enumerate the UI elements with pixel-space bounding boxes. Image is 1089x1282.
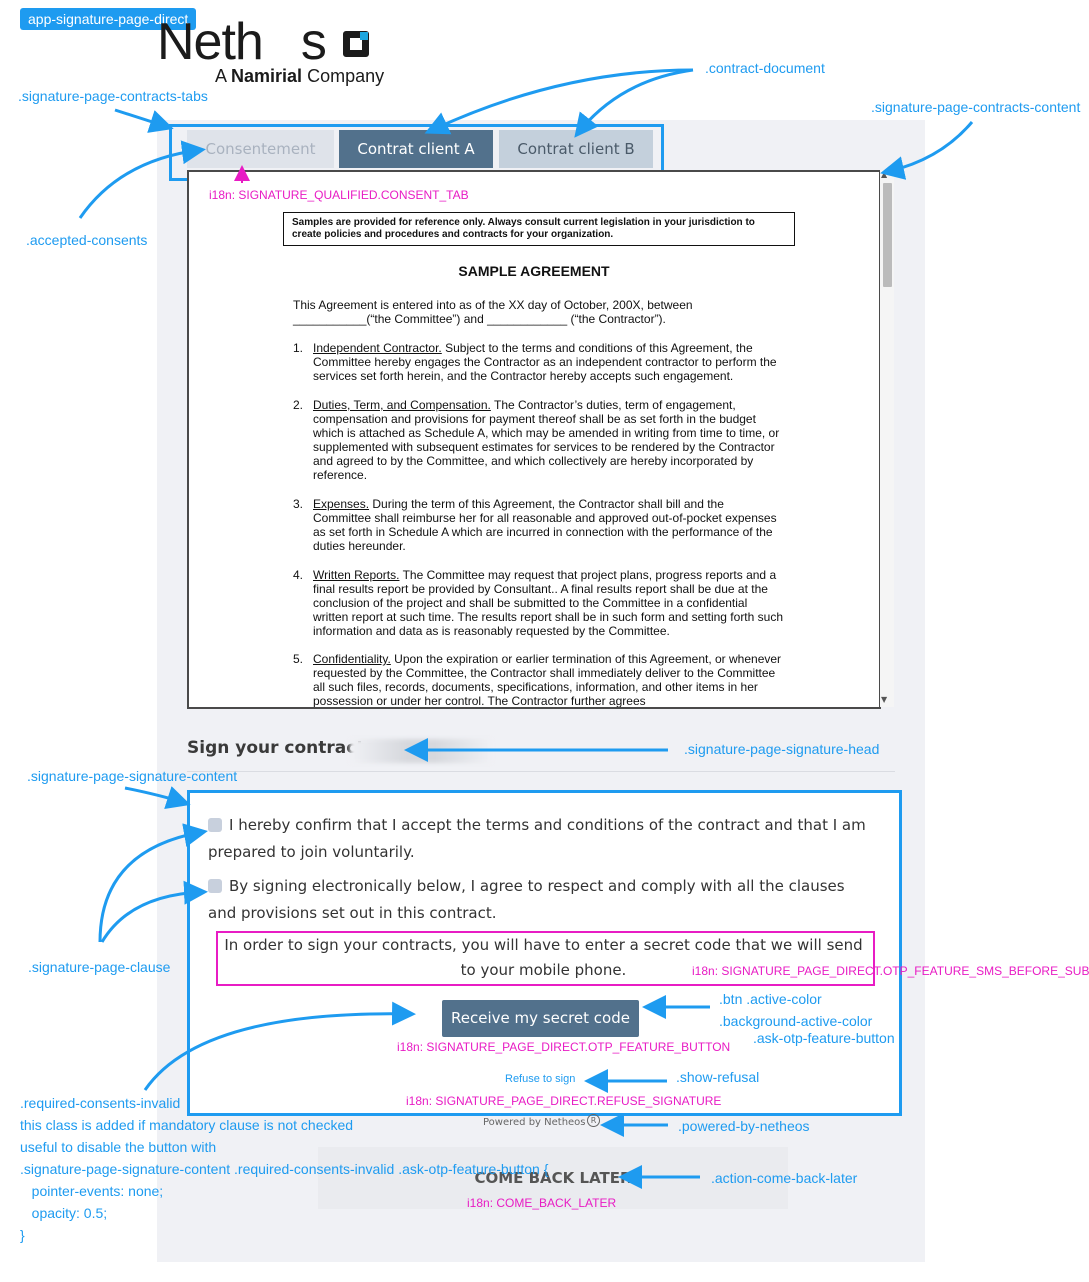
arrow-signature-content bbox=[124, 786, 191, 809]
arrow-tabs bbox=[114, 108, 174, 133]
arrow-clause-2 bbox=[100, 880, 208, 943]
arrow-accepted-consents bbox=[78, 140, 206, 219]
annotation-arrows bbox=[78, 68, 974, 1189]
arrow-contracts-content bbox=[880, 121, 974, 180]
arrow-required-consents bbox=[143, 1001, 416, 1091]
